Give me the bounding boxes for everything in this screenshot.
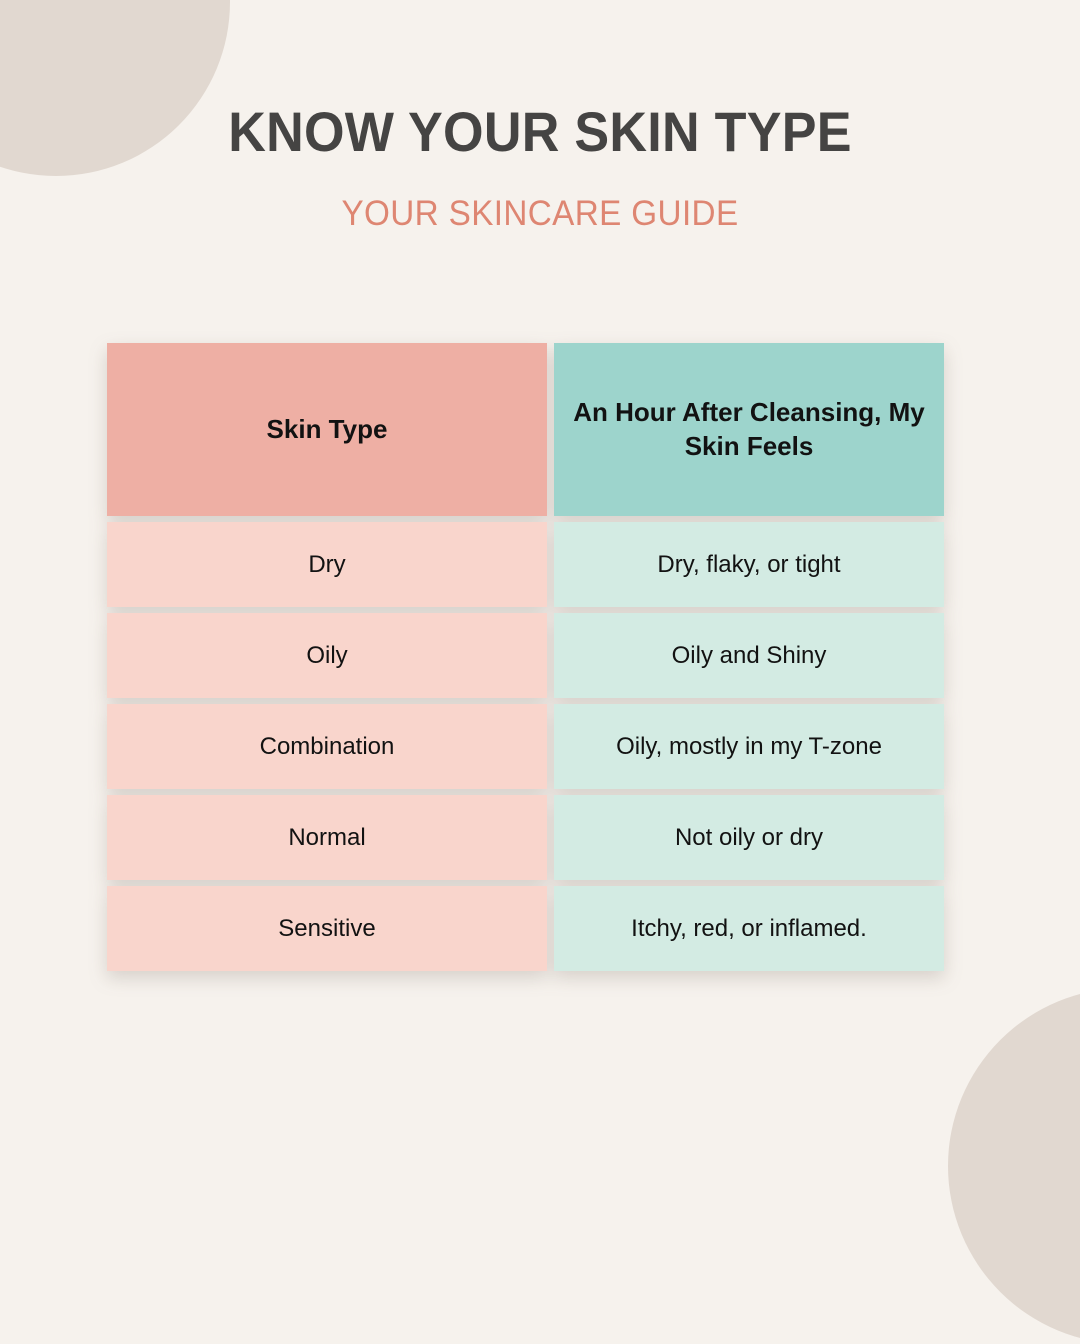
table-row: Sensitive Itchy, red, or inflamed. xyxy=(107,886,944,971)
table-row: Normal Not oily or dry xyxy=(107,795,944,880)
decorative-circle-bottom-right xyxy=(948,988,1080,1344)
cell-skin-feel: Oily and Shiny xyxy=(554,613,944,698)
table-row: Combination Oily, mostly in my T-zone xyxy=(107,704,944,789)
skin-type-table: Skin Type An Hour After Cleansing, My Sk… xyxy=(107,343,944,971)
cell-skin-feel: Not oily or dry xyxy=(554,795,944,880)
table-row: Dry Dry, flaky, or tight xyxy=(107,522,944,607)
cell-skin-feel: Itchy, red, or inflamed. xyxy=(554,886,944,971)
table-row: Oily Oily and Shiny xyxy=(107,613,944,698)
heading-block: KNOW YOUR SKIN TYPE YOUR SKINCARE GUIDE xyxy=(0,0,1080,233)
column-header-skin-type: Skin Type xyxy=(107,343,547,516)
table-header-row: Skin Type An Hour After Cleansing, My Sk… xyxy=(107,343,944,516)
cell-skin-type: Combination xyxy=(107,704,547,789)
page-subtitle: YOUR SKINCARE GUIDE xyxy=(341,194,739,233)
cell-skin-feel: Dry, flaky, or tight xyxy=(554,522,944,607)
cell-skin-type: Sensitive xyxy=(107,886,547,971)
column-header-skin-feel: An Hour After Cleansing, My Skin Feels xyxy=(554,343,944,516)
cell-skin-feel: Oily, mostly in my T-zone xyxy=(554,704,944,789)
cell-skin-type: Dry xyxy=(107,522,547,607)
cell-skin-type: Normal xyxy=(107,795,547,880)
page-title: KNOW YOUR SKIN TYPE xyxy=(228,100,852,163)
cell-skin-type: Oily xyxy=(107,613,547,698)
